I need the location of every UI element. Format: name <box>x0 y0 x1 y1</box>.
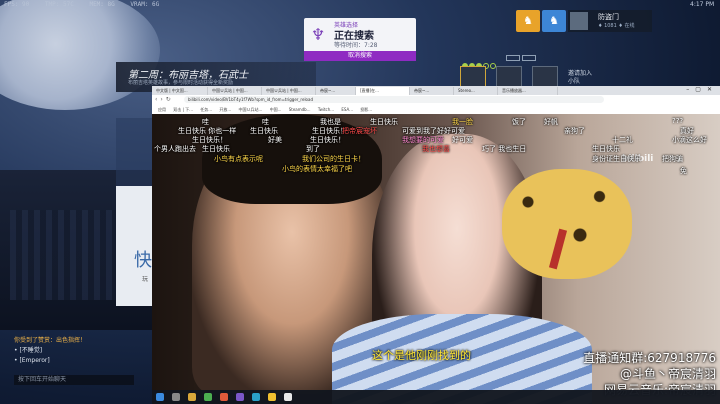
danmaku-comment: 好美 <box>268 136 282 144</box>
danmaku-comment: 我们公司的生日卡！ <box>302 155 365 163</box>
browser-tab-active[interactable]: [直播]在... <box>356 87 410 95</box>
danmaku-comment: 巧了 我也生日 <box>482 145 527 153</box>
browser-tab[interactable]: Stereo... <box>454 87 498 95</box>
play-menu-panel[interactable]: 快 玩 <box>116 186 154 306</box>
bookmark-item[interactable]: 双击 | 下... <box>173 107 193 112</box>
player-status: ♦ 1081 ♦ 在线 <box>598 23 635 29</box>
invite-line-2: 小队 <box>568 78 581 85</box>
avatar <box>570 12 588 30</box>
mem-stat: MEM: 8G <box>89 1 115 8</box>
danmaku-comment: 身份证生日快乐 <box>592 155 641 163</box>
chat-input[interactable]: 按下回车开始聊天 <box>14 375 134 385</box>
overwatch-logo-icon: ♆ <box>310 25 326 44</box>
danmaku-comment: ??? <box>672 117 684 125</box>
chrome-icon[interactable] <box>204 393 212 401</box>
performance-stats: FPS: 90 TMP: 57C MEM: 8G VRAM: 6G <box>4 1 171 8</box>
app-icon[interactable] <box>252 393 260 401</box>
start-icon[interactable] <box>156 393 164 401</box>
url-field[interactable]: bilibili.com/video/BV1bT4y1f7Wb?spm_id_f… <box>184 96 604 103</box>
folder-icon[interactable] <box>188 393 196 401</box>
friends-icon[interactable]: ♞ <box>542 10 566 32</box>
group-toggle-left[interactable] <box>506 55 520 61</box>
group-toggle-right[interactable] <box>522 55 536 61</box>
bookmark-item[interactable]: Steamdb... <box>289 107 311 112</box>
browser-tab[interactable]: 音乐播放器... <box>498 87 558 95</box>
tab-strip: 中文版 | 中文国... 中国Ｕ兵站 | 中国... 中国Ｕ兵站 | 中国...… <box>152 86 720 95</box>
invite-line-1: 邀请加入 <box>568 70 593 77</box>
danmaku-comment: 把狗骗 <box>662 155 683 163</box>
nav-buttons-icon[interactable]: ‹›↻ <box>155 96 174 103</box>
bookmark-item[interactable]: 任务... <box>200 107 212 112</box>
vram-stat: VRAM: 6G <box>130 1 160 8</box>
bookmark-item[interactable]: Twitch... <box>318 107 334 112</box>
player-name: 防盗门 <box>598 13 619 21</box>
bookmark-item[interactable]: 应用 <box>158 107 166 112</box>
social-buttons: ♞ ♞ <box>514 10 574 34</box>
taskbar <box>152 390 720 404</box>
bookmark-item[interactable]: 投影... <box>360 107 372 112</box>
danmaku-comment: 个男人跑出去 <box>154 145 196 153</box>
danmaku-comment: 好可爱 <box>452 136 473 144</box>
temp-stat: TMP: 57C <box>44 1 74 8</box>
invite-label[interactable]: 邀请加入 小队 <box>568 70 592 86</box>
browser-window: 中文版 | 中文国... 中国Ｕ兵站 | 中国... 中国Ｕ兵站 | 中国...… <box>152 86 720 404</box>
danmaku-comment: 好帆 <box>544 118 558 126</box>
danmaku-comment: 小鸟的表情太幸福了吧 <box>282 165 352 173</box>
browser-tab[interactable]: 帝宸~... <box>316 87 356 95</box>
bookmark-item[interactable]: 中国Ｕ兵站... <box>239 107 263 112</box>
video-player[interactable]: bilibili 哇哇我也是 生日快乐 我一脸 饭了 好帆??? 生日快乐 你也一样 生日快… <box>152 114 720 404</box>
bookmark-item[interactable]: 中国... <box>270 107 282 112</box>
video-subtitle: 这个是他刚刚找到的 <box>372 349 471 362</box>
danmaku-comment: 生日快乐 <box>202 145 230 153</box>
chat-line: 你受到了赞赏：出色指挥！ <box>14 337 87 344</box>
browser-tab[interactable]: 中国Ｕ兵站 | 中国... <box>208 87 262 95</box>
game-clock: 4:17 PM <box>690 1 715 8</box>
fps-stat: FPS: 90 <box>4 1 30 8</box>
search-icon[interactable] <box>172 393 180 401</box>
danmaku-comment: 小鸟有点表示呢 <box>214 155 263 163</box>
browser-tab[interactable]: 帝宸~... <box>410 87 454 95</box>
bookmark-item[interactable]: 开放... <box>219 107 231 112</box>
quick-play-label: 快 <box>134 250 152 271</box>
danmaku-comment: 亲狗了 <box>564 127 585 135</box>
event-subtitle: 布丽吉塔英雄故事，参与限时活动获得全新奖励 <box>128 80 234 86</box>
danmaku-comment: 把帝宸宠坏 <box>342 127 377 135</box>
info-line: 直播通知群:627918776 <box>583 351 716 365</box>
browser-tab[interactable]: 中国Ｕ兵站 | 中国... <box>262 87 316 95</box>
menu-strip <box>116 118 154 188</box>
chat-log: 你受到了赞赏：出色指挥！ • [不睡觉] • [Emperor] <box>14 336 86 366</box>
danmaku-comment: 免 <box>680 167 687 175</box>
app-icon[interactable] <box>236 393 244 401</box>
danmaku-comment: 饭了 <box>512 118 526 126</box>
danmaku-comment: 生日快乐 <box>592 145 620 153</box>
player-profile[interactable]: 防盗门 ♦ 1081 ♦ 在线 <box>568 10 652 32</box>
danmaku-comment: 小滴这么好 <box>672 136 707 144</box>
browser-tab[interactable]: 中文版 | 中文国... <box>152 87 208 95</box>
cancel-search-button[interactable]: 取消搜索 <box>304 51 416 61</box>
bookmark-item[interactable]: ESA... <box>341 107 353 112</box>
app-icon[interactable] <box>268 393 276 401</box>
chat-line: • [Emperor] <box>14 357 50 364</box>
chat-line: • [不睡觉] <box>14 347 43 354</box>
app-icon[interactable] <box>284 393 292 401</box>
info-line: @斗鱼丶帝宸清羽 <box>619 367 716 381</box>
play-label: 玩 <box>142 276 149 283</box>
danmaku-comment: 到了 <box>306 145 320 153</box>
wait-time: 等待时间：7:28 <box>334 42 378 49</box>
leopard-plush-graphic <box>502 169 632 279</box>
danmaku-comment: 我也想喜 <box>422 145 450 153</box>
app-icon[interactable] <box>220 393 228 401</box>
window-controls[interactable]: –▢✕ <box>686 86 718 93</box>
group-icon[interactable]: ♞ <box>516 10 540 32</box>
